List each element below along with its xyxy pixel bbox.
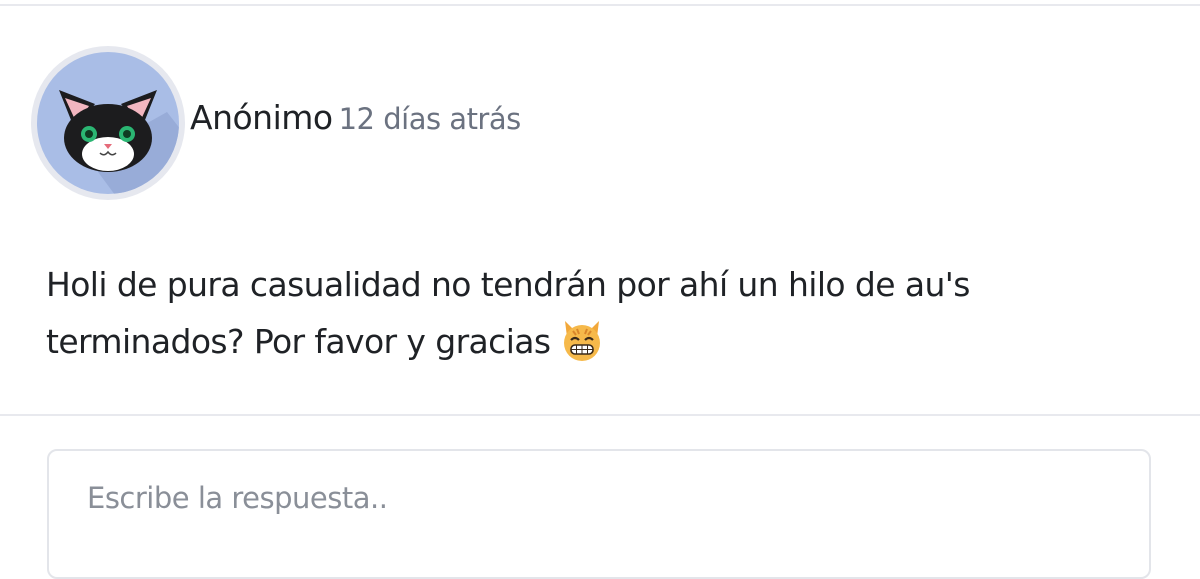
grinning-cat-icon [563,321,600,361]
comment-post: Anónimo 12 días atrás Holi de pura casual… [0,6,1200,414]
post-body: Holi de pura casualidad no tendrán por a… [46,256,1046,370]
post-header: Anónimo 12 días atrás [190,98,521,137]
cat-avatar-icon [37,52,179,194]
post-body-line-2: terminados? Por favor y gracias [46,313,1046,370]
post-body-line-1: Holi de pura casualidad no tendrán por a… [46,265,970,304]
avatar[interactable] [31,46,185,200]
reply-box [47,449,1151,579]
author-name[interactable]: Anónimo [190,98,333,137]
post-timestamp: 12 días atrás [338,102,522,136]
post-body-line-2-text: terminados? Por favor y gracias [46,322,551,361]
reply-input[interactable] [49,451,1149,577]
section-divider [0,414,1200,416]
